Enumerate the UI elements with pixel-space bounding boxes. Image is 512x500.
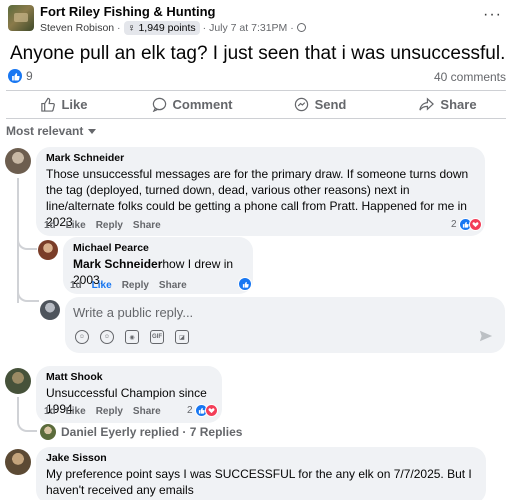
meta-separator: ·: [287, 21, 294, 34]
reply-author[interactable]: Michael Pearce: [73, 242, 243, 254]
like-reaction-icon: [8, 69, 22, 83]
like-button[interactable]: Like: [0, 91, 128, 118]
comment-label: Comment: [172, 97, 233, 112]
comment-bubble: Jake Sisson My preference point says I w…: [36, 447, 486, 500]
send-button[interactable]: Send: [256, 91, 384, 118]
chevron-down-icon: [88, 128, 97, 134]
meta-separator: ·: [114, 21, 121, 34]
comment-icon: [152, 97, 166, 112]
like-label: Like: [61, 97, 88, 112]
post-header: Fort Riley Fishing & Hunting Steven Robi…: [0, 0, 512, 38]
post-meta: Steven Robison · ♀ 1,949 points · July 7…: [40, 20, 306, 35]
comment-reply-button[interactable]: Reply: [96, 220, 123, 231]
thread-connector: [17, 418, 37, 432]
love-reaction-icon: [204, 404, 218, 417]
group-avatar[interactable]: [8, 5, 34, 31]
reply-reply-button[interactable]: Reply: [122, 280, 149, 291]
avatar-sticker-icon[interactable]: ☺: [75, 330, 89, 344]
group-name[interactable]: Fort Riley Fishing & Hunting: [40, 4, 216, 19]
share-label: Share: [440, 97, 477, 112]
globe-icon: [296, 23, 306, 32]
gif-icon[interactable]: GIF: [150, 330, 164, 344]
avatar: [40, 300, 60, 320]
send-label: Send: [314, 97, 347, 112]
comment-share-button[interactable]: Share: [133, 406, 161, 417]
composer-tools: ☺ ☺ ◉ GIF ◪: [75, 330, 189, 344]
reply-actions: 1d Like Reply Share: [70, 280, 187, 291]
post-author[interactable]: Steven Robison: [40, 22, 114, 34]
comment-reaction-count: 2: [451, 219, 457, 230]
comment-actions: 1d Like Reply Share: [44, 220, 161, 231]
love-reaction-icon: [468, 218, 482, 231]
thumbs-up-icon: [41, 97, 56, 112]
reply-age[interactable]: 1d: [70, 280, 82, 291]
comment-reactions[interactable]: 2: [451, 218, 482, 231]
reaction-count: 9: [26, 69, 33, 83]
avatar[interactable]: [38, 240, 58, 260]
mention-link[interactable]: Mark Schneider: [73, 257, 162, 271]
post-text: Anyone pull an elk tag? I just seen that…: [10, 43, 506, 64]
camera-icon[interactable]: ◉: [125, 330, 139, 344]
comment-age[interactable]: 1d: [44, 406, 56, 417]
comment-count[interactable]: 40 comments: [434, 70, 506, 84]
post-action-bar: Like Comment Send Share: [0, 91, 512, 118]
comment-author[interactable]: Matt Shook: [46, 371, 212, 383]
share-button[interactable]: Share: [384, 91, 512, 118]
comment-text: My preference point says I was SUCCESSFU…: [46, 467, 472, 497]
share-icon: [419, 97, 435, 111]
comment-share-button[interactable]: Share: [133, 220, 161, 231]
comment-like-button[interactable]: Like: [66, 220, 86, 231]
comment-reactions[interactable]: 2: [187, 404, 218, 417]
comment-like-button[interactable]: Like: [66, 406, 86, 417]
view-replies-link[interactable]: Daniel Eyerly replied · 7 Replies: [40, 424, 242, 440]
avatar[interactable]: [5, 368, 31, 394]
sort-dropdown[interactable]: Most relevant: [6, 124, 97, 138]
avatar: [40, 424, 56, 440]
thread-line: [17, 397, 19, 420]
reply-like-button[interactable]: Like: [92, 280, 112, 291]
messenger-icon: [294, 97, 308, 112]
avatar[interactable]: [5, 148, 31, 174]
sticker-icon[interactable]: ◪: [175, 330, 189, 344]
comment-actions: 1d Like Reply Share: [44, 406, 161, 417]
comment-author[interactable]: Mark Schneider: [46, 152, 475, 164]
comment-button[interactable]: Comment: [128, 91, 256, 118]
reply-share-button[interactable]: Share: [159, 280, 187, 291]
thread-connector: [17, 236, 37, 250]
points-badge[interactable]: ♀ 1,949 points: [123, 20, 200, 35]
reply-input[interactable]: [73, 302, 453, 322]
like-reaction-icon[interactable]: [238, 277, 252, 291]
more-options-icon[interactable]: ···: [483, 6, 502, 24]
sort-label: Most relevant: [6, 124, 84, 138]
send-arrow-icon[interactable]: [479, 329, 493, 343]
divider: [6, 118, 506, 119]
thread-connector: [17, 288, 39, 302]
emoji-icon[interactable]: ☺: [100, 330, 114, 344]
points-text: 1,949 points: [138, 21, 196, 34]
view-replies-label: Daniel Eyerly replied · 7 Replies: [61, 425, 243, 439]
comment-age[interactable]: 1d: [44, 220, 56, 231]
trophy-icon: ♀: [127, 21, 136, 34]
post-reactions[interactable]: 9: [8, 69, 33, 83]
post-timestamp[interactable]: July 7 at 7:31PM: [209, 22, 287, 34]
comment-reaction-count: 2: [187, 405, 193, 416]
comment-author[interactable]: Jake Sisson: [46, 452, 476, 464]
avatar[interactable]: [5, 449, 31, 475]
comment-reply-button[interactable]: Reply: [96, 406, 123, 417]
reply-composer: ☺ ☺ ◉ GIF ◪: [65, 297, 505, 353]
